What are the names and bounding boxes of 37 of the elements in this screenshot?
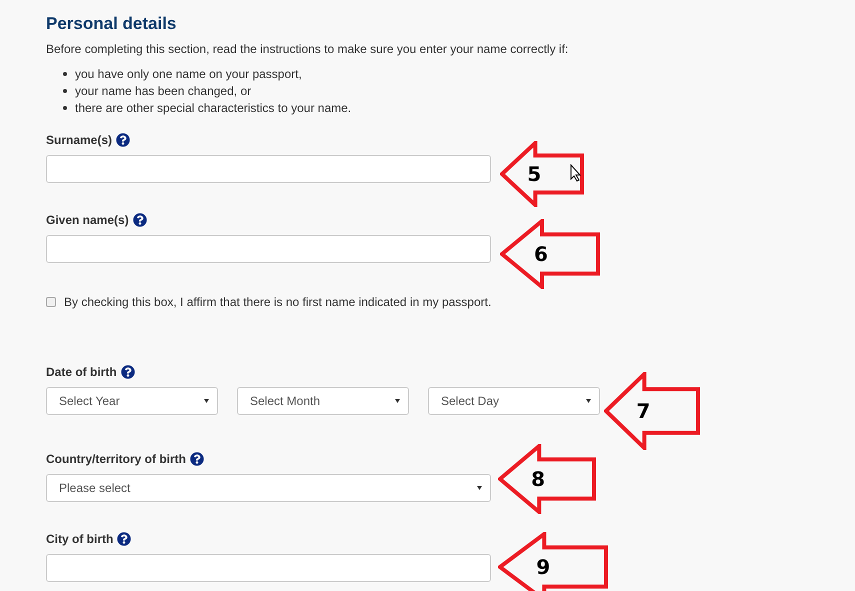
checkbox[interactable] (46, 297, 56, 307)
caret-icon (204, 399, 209, 403)
annotation-number: 6 (534, 244, 548, 264)
text-input[interactable] (46, 155, 491, 183)
text-input[interactable] (46, 554, 491, 582)
select-dropdown[interactable]: Select Month (237, 387, 409, 415)
bullet-icon (63, 106, 67, 110)
field-label: Given name(s) (46, 212, 129, 229)
bullet-text: you have only one name on your passport, (75, 66, 302, 82)
field-label: City of birth (46, 531, 114, 548)
help-icon[interactable] (190, 452, 204, 466)
bullet-icon (63, 72, 67, 76)
field-label: Date of birth (46, 364, 117, 381)
select-dropdown[interactable]: Please select (46, 474, 491, 502)
help-icon[interactable] (132, 213, 147, 227)
annotation-number: 7 (636, 401, 650, 421)
caret-icon (395, 399, 400, 403)
caret-icon (477, 486, 482, 490)
field-label: Surname(s) (46, 132, 112, 149)
field-label: Country/territory of birth (46, 451, 186, 468)
annotation-number: 9 (536, 557, 550, 577)
bullet-text: there are other special characteristics to your name. (75, 100, 352, 116)
select-dropdown[interactable]: Select Day (428, 387, 600, 415)
checkbox-label: By checking this box, I affirm that there is no first name indicated in my passport. (64, 294, 492, 311)
annotation-number: 5 (527, 164, 542, 184)
text-input[interactable] (46, 235, 491, 263)
section-heading: Personal details (46, 14, 178, 34)
cursor-icon (570, 164, 582, 182)
bullet-text: your name has been changed, or (75, 82, 252, 100)
intro-text: Before completing this section, read the instructions to make sure you enter your name correctly if: (46, 41, 570, 57)
annotation-number: 8 (531, 469, 546, 489)
bullet-icon (63, 88, 67, 92)
help-icon[interactable] (117, 532, 132, 546)
help-icon[interactable] (120, 365, 135, 379)
help-icon[interactable] (116, 133, 130, 147)
caret-icon (586, 399, 591, 403)
select-dropdown[interactable]: Select Year (46, 387, 218, 415)
